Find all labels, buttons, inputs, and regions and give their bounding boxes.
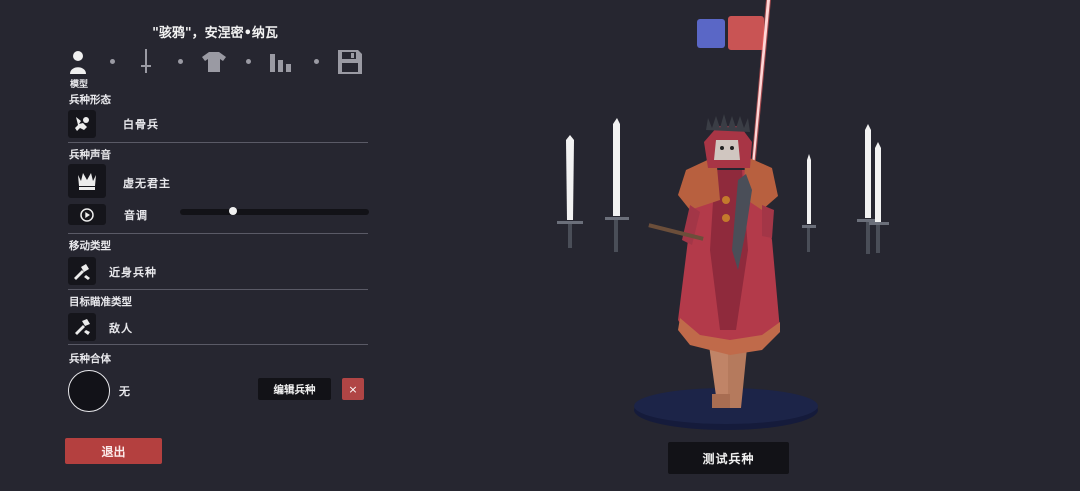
person-icon — [70, 51, 86, 74]
floating-sword-icon — [557, 135, 583, 248]
tab-weapons[interactable] — [132, 48, 160, 76]
movement-type-icon-box[interactable] — [68, 257, 96, 285]
floating-sword-icon — [869, 142, 889, 253]
targeting-type-label: 目标瞄准类型 — [69, 296, 132, 308]
unit-base-value[interactable]: 白骨兵 — [123, 116, 159, 132]
tab-model-label: 模型 — [70, 80, 89, 90]
target-enemy-icon — [75, 319, 90, 335]
tab-clothing[interactable] — [200, 48, 228, 76]
tab-stats[interactable] — [268, 48, 296, 76]
movement-type-label: 移动类型 — [69, 240, 111, 252]
section-divider — [68, 289, 368, 290]
remove-mount-button[interactable]: × — [342, 378, 364, 400]
mount-slot-circle[interactable] — [68, 370, 110, 412]
pitch-label: 音调 — [124, 209, 148, 222]
floating-sword-icon — [802, 154, 816, 252]
unit-base-label: 兵种形态 — [69, 94, 111, 106]
section-divider — [68, 344, 368, 345]
sword-icon — [141, 49, 151, 73]
tab-separator-dot — [314, 59, 319, 64]
unit-voice-label: 兵种声音 — [69, 149, 111, 161]
test-unit-button[interactable]: 测试兵种 — [668, 442, 789, 474]
unit-voice-value[interactable]: 虚无君主 — [123, 175, 171, 191]
floating-sword-icon — [605, 118, 629, 252]
tab-separator-dot — [178, 59, 183, 64]
unit-voice-icon-box[interactable] — [68, 164, 106, 198]
mount-label: 兵种合体 — [69, 353, 111, 365]
pitch-slider-track[interactable] — [180, 209, 369, 215]
save-disk-icon — [338, 50, 362, 74]
edit-unit-button[interactable]: 编辑兵种 — [258, 378, 331, 400]
melee-icon — [74, 264, 90, 280]
exit-button[interactable]: 退出 — [65, 438, 162, 464]
play-icon — [80, 207, 94, 222]
stats-bars-icon — [270, 54, 291, 72]
tab-save[interactable] — [336, 48, 364, 76]
editor-tab-bar: 模型 — [64, 46, 369, 90]
tab-separator-dot — [246, 59, 251, 64]
tab-model[interactable] — [64, 48, 92, 76]
crown-icon — [78, 173, 96, 190]
play-voice-button[interactable] — [68, 204, 106, 225]
unit-base-icon-box[interactable] — [68, 110, 96, 138]
targeting-type-value[interactable]: 敌人 — [109, 320, 133, 336]
section-divider — [68, 142, 368, 143]
skeleton-icon — [75, 117, 89, 131]
pitch-slider-thumb[interactable] — [228, 207, 237, 215]
unit-name-title: "骇鸦"，安涅密•纳瓦 — [152, 26, 278, 41]
targeting-type-icon-box[interactable] — [68, 313, 96, 341]
tab-separator-dot — [110, 59, 115, 64]
mount-value: 无 — [119, 385, 131, 398]
shirt-icon — [202, 52, 226, 72]
section-divider — [68, 233, 368, 234]
movement-type-value[interactable]: 近身兵种 — [109, 264, 157, 280]
unit-preview-scene — [557, 0, 889, 430]
